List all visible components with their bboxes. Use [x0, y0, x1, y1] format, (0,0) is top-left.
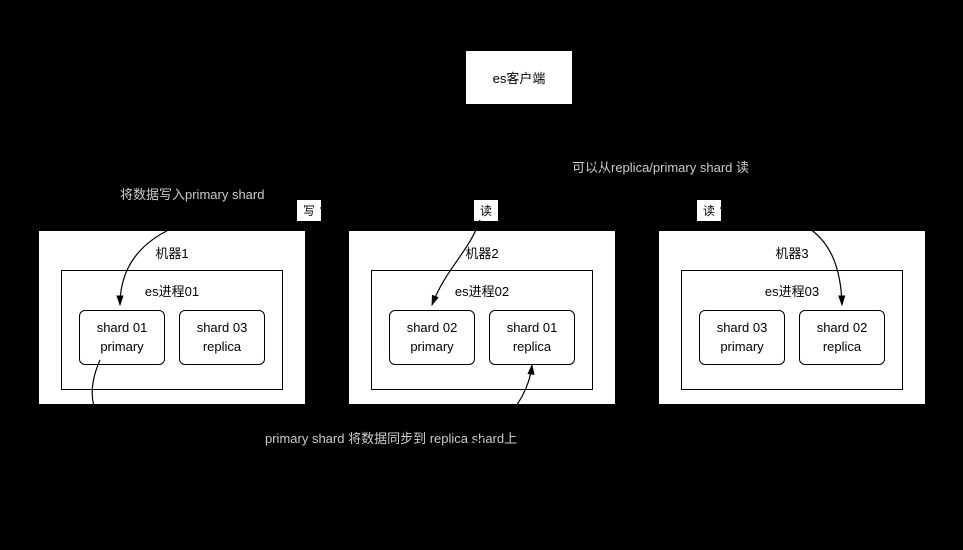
sync-annotation: primary shard 将数据同步到 replica shard上 — [265, 428, 517, 447]
shard-01-replica: shard 01 replica — [489, 310, 575, 365]
shard-role: primary — [720, 338, 763, 356]
process-3-title: es进程03 — [682, 281, 902, 300]
machine-3: 机器3 es进程03 shard 03 primary shard 02 rep… — [658, 230, 926, 405]
edge-write-label: 写 — [296, 199, 322, 222]
machine-2: 机器2 es进程02 shard 02 primary shard 01 rep… — [348, 230, 616, 405]
process-1: es进程01 shard 01 primary shard 03 replica — [61, 270, 283, 390]
edge-read-label-1: 读 — [473, 199, 499, 222]
machine-2-title: 机器2 — [349, 243, 615, 262]
client-box: es客户端 — [465, 50, 573, 105]
shard-name: shard 03 — [197, 319, 248, 337]
edge-read-label-2: 读 — [696, 199, 722, 222]
client-label: es客户端 — [493, 68, 546, 87]
process-2-title: es进程02 — [372, 281, 592, 300]
shard-01-primary: shard 01 primary — [79, 310, 165, 365]
shard-name: shard 01 — [507, 319, 558, 337]
write-annotation: 将数据写入primary shard — [120, 184, 264, 203]
shard-03-primary: shard 03 primary — [699, 310, 785, 365]
shard-name: shard 02 — [817, 319, 868, 337]
shard-role: primary — [410, 338, 453, 356]
shard-02-replica: shard 02 replica — [799, 310, 885, 365]
shard-role: primary — [100, 338, 143, 356]
process-1-title: es进程01 — [62, 281, 282, 300]
shard-03-replica: shard 03 replica — [179, 310, 265, 365]
shard-role: replica — [823, 338, 861, 356]
process-2: es进程02 shard 02 primary shard 01 replica — [371, 270, 593, 390]
machine-1: 机器1 es进程01 shard 01 primary shard 03 rep… — [38, 230, 306, 405]
shard-name: shard 01 — [97, 319, 148, 337]
process-3: es进程03 shard 03 primary shard 02 replica — [681, 270, 903, 390]
read-annotation: 可以从replica/primary shard 读 — [572, 157, 749, 176]
machine-1-title: 机器1 — [39, 243, 305, 262]
shard-role: replica — [203, 338, 241, 356]
shard-role: replica — [513, 338, 551, 356]
machine-3-title: 机器3 — [659, 243, 925, 262]
shard-02-primary: shard 02 primary — [389, 310, 475, 365]
shard-name: shard 03 — [717, 319, 768, 337]
shard-name: shard 02 — [407, 319, 458, 337]
